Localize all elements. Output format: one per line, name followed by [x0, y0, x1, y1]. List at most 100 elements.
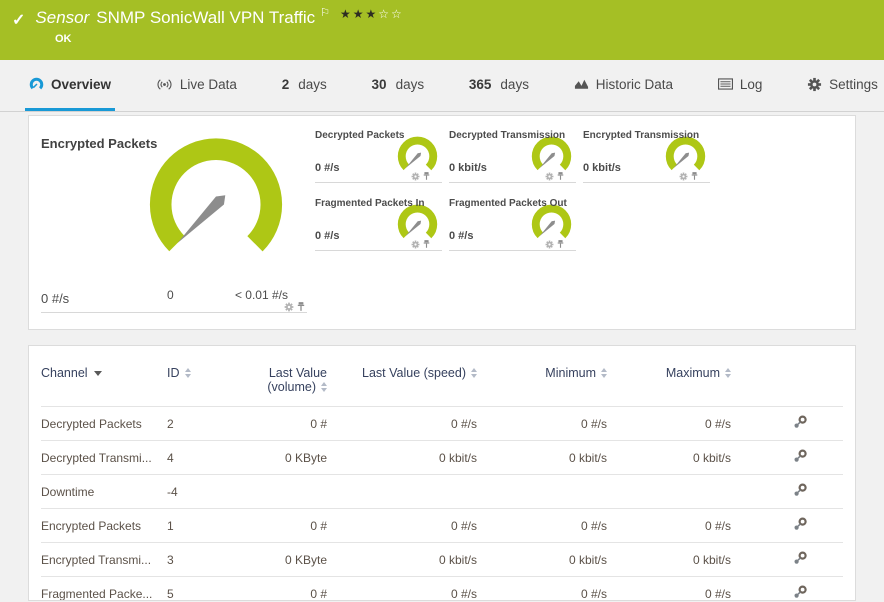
flag-icon[interactable]: ⚐: [320, 6, 330, 19]
tab-historic-data[interactable]: Historic Data: [570, 60, 677, 111]
gauge-current-value: 0 kbit/s: [449, 162, 487, 174]
maximum-value: 0 kbit/s: [611, 542, 735, 577]
channel-gauge-tile[interactable]: Encrypted Transmission 0 kbit/s: [583, 128, 710, 183]
channel-name[interactable]: Fragmented Packe...: [41, 576, 167, 600]
stars-empty: ☆☆: [378, 7, 404, 21]
maximum-value: [611, 474, 735, 509]
log-list-icon: [717, 78, 733, 90]
tab-overview[interactable]: Overview: [25, 60, 116, 111]
tab-log[interactable]: Log: [714, 60, 767, 111]
maximum-value: 0 #/s: [611, 406, 735, 441]
area-chart-icon: [574, 79, 588, 89]
channel-gauge-tile[interactable]: Decrypted Transmission 0 kbit/s: [449, 128, 576, 183]
gauge-title: Fragmented Packets Out: [449, 198, 567, 209]
gauge-dial: [397, 204, 438, 243]
main-gauge-tile[interactable]: Encrypted Packets 0 #/s 0 < 0.01 #/s: [41, 128, 307, 313]
tab-live-data[interactable]: Live Data: [152, 60, 241, 111]
last-value-speed: 0 kbit/s: [331, 440, 481, 475]
channel-name[interactable]: Decrypted Transmi...: [41, 440, 167, 475]
last-value-volume: 0 KByte: [241, 440, 331, 475]
channel-id: 3: [167, 542, 241, 577]
status-badge: OK: [55, 33, 72, 45]
tab-label: Live Data: [179, 76, 237, 92]
tab-365-days[interactable]: 365 days: [465, 60, 533, 111]
last-value-volume: 0 #: [241, 406, 331, 441]
minimum-value: 0 #/s: [481, 576, 611, 600]
channel-id: -4: [167, 474, 241, 509]
column-header-minimum[interactable]: Minimum: [481, 356, 611, 407]
column-label: Channel: [41, 366, 88, 380]
object-kind-label: Sensor: [35, 8, 90, 27]
channel-name[interactable]: Downtime: [41, 474, 167, 509]
column-header-last-value-speed[interactable]: Last Value (speed): [331, 356, 481, 407]
tab-number: 30: [371, 76, 387, 92]
tab-settings[interactable]: Settings: [803, 60, 882, 111]
pin-icon[interactable]: [297, 301, 305, 312]
column-header-last-value-volume[interactable]: Last Value (volume): [241, 356, 331, 407]
channel-row: Fragmented Packe... 5 0 # 0 #/s 0 #/s 0 …: [41, 576, 843, 600]
channel-gauge-tile[interactable]: Fragmented Packets Out 0 #/s: [449, 196, 576, 251]
last-value-speed: 0 #/s: [331, 508, 481, 543]
sort-icon: [601, 367, 607, 378]
sort-desc-icon: [93, 371, 102, 377]
sort-icon: [471, 367, 477, 378]
column-header-channel[interactable]: Channel: [41, 356, 167, 407]
last-value-volume: [241, 474, 331, 509]
channels-table-panel: Channel ID Last Value (volume) Last Valu…: [28, 345, 856, 601]
gauge-title: Fragmented Packets In: [315, 198, 425, 209]
column-label: ID: [167, 366, 180, 380]
channel-id: 4: [167, 440, 241, 475]
channel-settings-wrench-icon[interactable]: [793, 517, 807, 531]
channel-name[interactable]: Encrypted Packets: [41, 508, 167, 543]
sort-icon: [184, 367, 191, 378]
channel-row: Decrypted Packets 2 0 # 0 #/s 0 #/s 0 #/…: [41, 406, 843, 441]
channel-settings-wrench-icon[interactable]: [793, 415, 807, 429]
channel-settings-wrench-icon[interactable]: [793, 449, 807, 463]
gauge-dial: [149, 138, 283, 265]
tab-label: days: [395, 76, 425, 92]
stars-filled: ★★★: [340, 7, 379, 21]
column-header-id[interactable]: ID: [167, 356, 241, 407]
gauge-current-value: 0 #/s: [449, 230, 474, 242]
channel-gauge-tile[interactable]: Fragmented Packets In 0 #/s: [315, 196, 442, 251]
tab-number: 2: [281, 76, 290, 92]
gauge-dial: [665, 136, 706, 175]
tab-2-days[interactable]: 2 days: [278, 60, 331, 111]
channel-gauge-tile[interactable]: Decrypted Packets 0 #/s: [315, 128, 442, 183]
channel-settings-wrench-icon[interactable]: [793, 585, 807, 599]
gauge-scale-max: < 0.01 #/s: [234, 288, 288, 302]
gear-icon: [808, 77, 822, 91]
sensor-header: ✓ Sensor SNMP SonicWall VPN Traffic ⚐ ★★…: [0, 0, 884, 60]
minimum-value: 0 kbit/s: [481, 542, 611, 577]
ok-check-icon: ✓: [12, 12, 26, 29]
maximum-value: 0 kbit/s: [611, 440, 735, 475]
channel-name[interactable]: Encrypted Transmi...: [41, 542, 167, 577]
priority-stars[interactable]: ★★★☆☆: [340, 7, 404, 21]
tab-label: Overview: [51, 76, 112, 92]
tab-number: 365: [468, 76, 492, 92]
last-value-speed: 0 #/s: [331, 576, 481, 600]
maximum-value: 0 #/s: [611, 508, 735, 543]
gauge-title: Encrypted Transmission: [583, 130, 700, 141]
gauge-settings-gear-icon[interactable]: [284, 302, 294, 312]
channel-row: Encrypted Transmi... 3 0 KByte 0 kbit/s …: [41, 542, 843, 577]
sort-icon: [725, 367, 731, 378]
live-data-icon: [157, 78, 172, 90]
channel-name[interactable]: Decrypted Packets: [41, 406, 167, 441]
channel-settings-wrench-icon[interactable]: [793, 483, 807, 497]
maximum-value: 0 #/s: [611, 576, 735, 600]
channel-settings-wrench-icon[interactable]: [793, 551, 807, 565]
minimum-value: 0 #/s: [481, 508, 611, 543]
last-value-speed: 0 #/s: [331, 406, 481, 441]
column-header-actions: [735, 356, 843, 407]
column-label: Maximum: [665, 366, 720, 380]
last-value-speed: 0 kbit/s: [331, 542, 481, 577]
tab-30-days[interactable]: 30 days: [368, 60, 429, 111]
channel-row: Encrypted Packets 1 0 # 0 #/s 0 #/s 0 #/…: [41, 508, 843, 543]
minimum-value: 0 #/s: [481, 406, 611, 441]
column-header-maximum[interactable]: Maximum: [611, 356, 735, 407]
last-value-volume: 0 #: [241, 576, 331, 600]
gauge-title: Decrypted Packets: [315, 130, 405, 141]
gauges-panel: Encrypted Packets 0 #/s 0 < 0.01 #/s Dec…: [28, 115, 856, 330]
channel-id: 5: [167, 576, 241, 600]
